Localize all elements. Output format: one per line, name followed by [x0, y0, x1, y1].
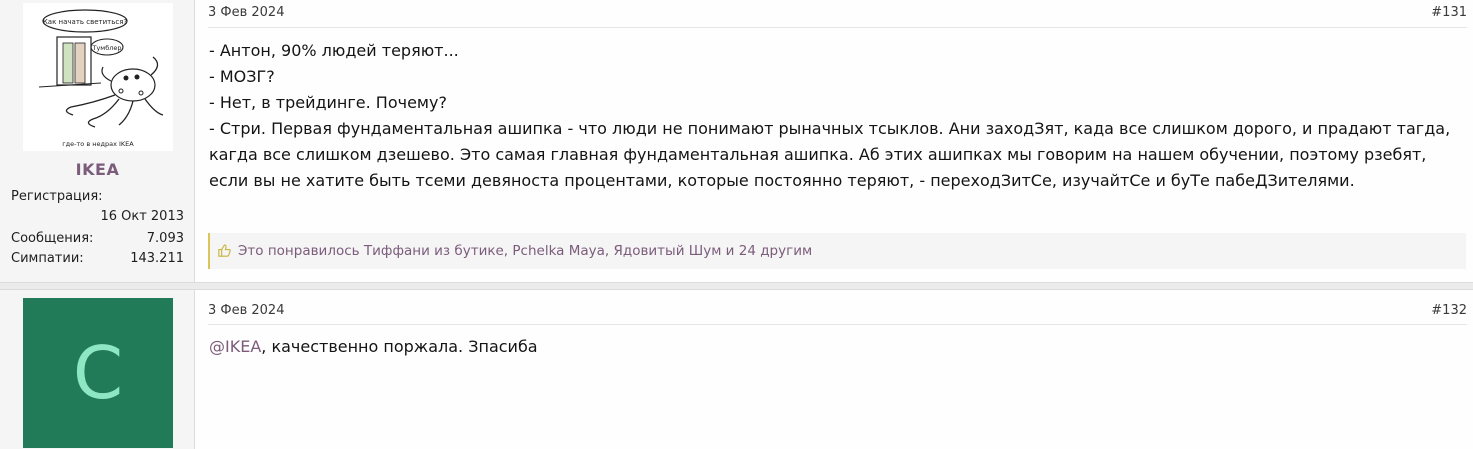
user-info-panel: C — [0, 290, 195, 449]
messages-value: 7.093 — [146, 231, 184, 246]
post-131: Как начать светиться? Тумблер где-то в н… — [0, 0, 1473, 283]
avatar-drawing: Как начать светиться? Тумблер где-то в н… — [23, 3, 173, 151]
likes-stat: Симпатии: 143.211 — [11, 251, 184, 266]
avatar-caption: где-то в недрах IKEA — [62, 140, 134, 148]
post-header: 3 Фев 2024 #131 — [208, 0, 1467, 28]
likes-text[interactable]: Это понравилось Тиффани из бутике, Pchel… — [238, 243, 812, 259]
post-date[interactable]: 3 Фев 2024 — [208, 5, 284, 20]
likes-bar: Это понравилось Тиффани из бутике, Pchel… — [208, 233, 1466, 269]
avatar-bubble-text-1: Как начать светиться? — [43, 18, 128, 26]
registration-date: 16 Окт 2013 — [100, 209, 184, 224]
thumbs-up-icon — [218, 244, 231, 257]
post-line: если вы не хатите быть тсеми девяноста п… — [209, 171, 1355, 190]
user-info-panel: Как начать светиться? Тумблер где-то в н… — [0, 0, 195, 282]
post-line: кагда все слишком дзешево. Это самая гла… — [209, 145, 1427, 164]
post-body: - Антон, 90% людей теряют... - МОЗГ? - Н… — [209, 38, 1465, 194]
post-132: C 3 Фев 2024 #132 @IKEA, качественно пор… — [0, 289, 1473, 449]
likes-value: 143.211 — [130, 251, 184, 266]
messages-label: Сообщения: — [11, 231, 94, 246]
post-number[interactable]: #132 — [1431, 303, 1467, 318]
post-line: - Антон, 90% людей теряют... — [209, 41, 459, 60]
post-header: 3 Фев 2024 #132 — [208, 298, 1467, 325]
username[interactable]: IKEA — [0, 160, 195, 179]
avatar[interactable]: C — [23, 298, 173, 448]
post-body: @IKEA, качественно поржала. Зпасиба — [209, 334, 1465, 360]
registration-label: Регистрация: — [11, 189, 103, 204]
post-line: - МОЗГ? — [209, 67, 275, 86]
messages-stat: Сообщения: 7.093 — [11, 231, 184, 246]
post-text: , качественно поржала. Зпасиба — [261, 337, 538, 356]
avatar-bubble-text-2: Тумблер — [91, 44, 121, 52]
likes-label: Симпатии: — [11, 251, 84, 266]
user-mention[interactable]: @IKEA — [209, 337, 261, 356]
post-line: @IKEA, качественно поржала. Зпасиба — [209, 334, 1465, 360]
post-line: - Нет, в трейдинге. Почему? — [209, 93, 447, 112]
post-date[interactable]: 3 Фев 2024 — [208, 303, 284, 318]
post-number[interactable]: #131 — [1431, 5, 1467, 20]
avatar[interactable]: Как начать светиться? Тумблер где-то в н… — [23, 3, 173, 151]
post-line: - Стри. Первая фундаментальная ашипка - … — [209, 119, 1451, 138]
